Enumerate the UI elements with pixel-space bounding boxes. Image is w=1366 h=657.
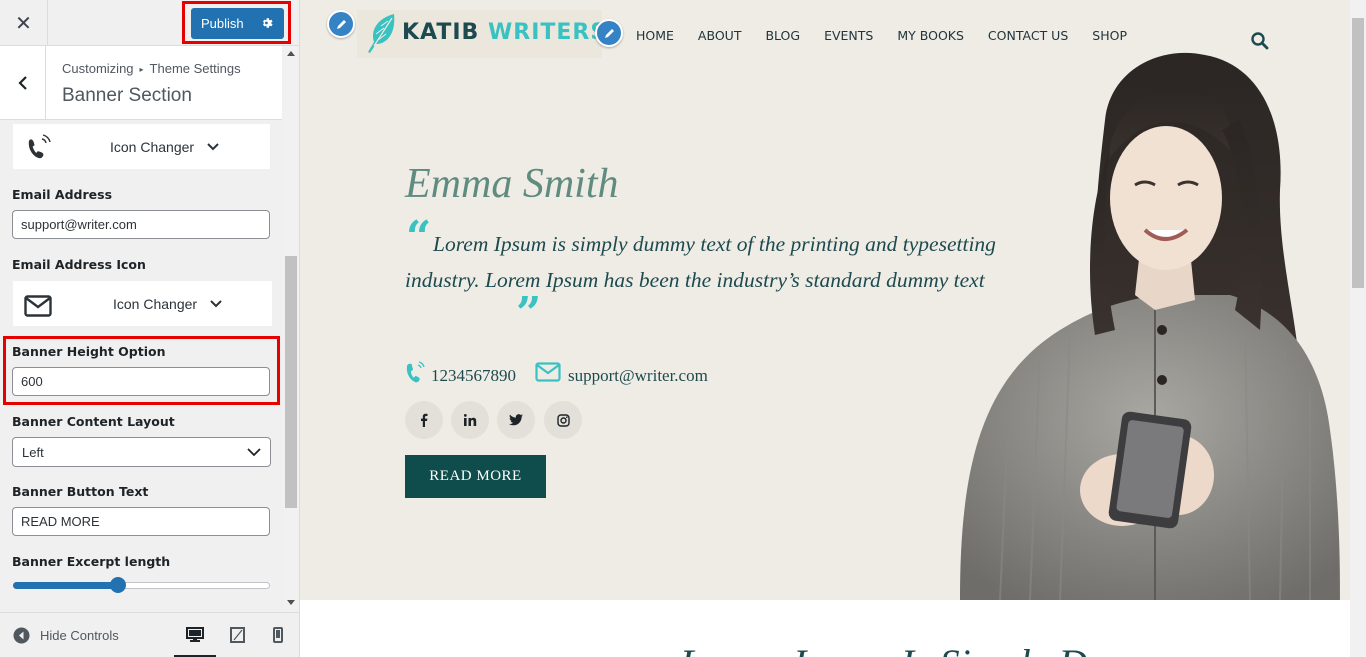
envelope-icon [535,362,561,382]
pencil-icon [336,19,346,29]
email-icon-label: Email Address Icon [12,257,146,272]
main-nav: HOME ABOUT BLOG EVENTS MY BOOKS CONTACT … [636,28,1151,43]
collapse-icon [13,627,30,644]
facebook-link[interactable] [405,401,443,439]
contact-row: 1234567890 support@writer.com [405,361,805,387]
chevron-down-icon [210,300,222,308]
hero-portrait-image [960,52,1340,600]
mobile-icon [273,627,283,643]
customizer-panel: ✕ Publish Customizing ▸ Theme Settings Ban… [0,0,300,657]
banner-content-layout-label: Banner Content Layout [12,414,175,429]
banner-height-input[interactable]: 600 [12,367,270,396]
read-more-button[interactable]: READ MORE [405,455,546,498]
publish-label: Publish [201,16,244,31]
excerpt-length-slider-fill [13,582,119,589]
phone-icon [406,361,425,383]
site-preview: KATIB WRITERS HOME ABOUT BLOG EVENTS MY … [300,0,1350,657]
email-address-input[interactable]: support@writer.com [12,210,270,239]
quote-close-mark: ” [516,288,542,339]
hero-name: Emma Smith [405,161,619,207]
logo-part-1: KATIB [402,20,480,45]
breadcrumb-parent: Customizing [62,61,134,76]
excerpt-length-slider-thumb[interactable] [110,577,127,593]
mobile-preview-button[interactable] [267,624,289,646]
instagram-icon [556,413,570,427]
linkedin-icon [463,414,476,426]
edit-logo-shortcut[interactable] [327,10,355,38]
banner-button-text-label: Banner Button Text [12,484,149,499]
hide-controls-button[interactable]: Hide Controls [13,627,119,644]
scroll-down-arrow-icon[interactable] [287,600,295,605]
desktop-icon [186,627,204,642]
hide-controls-label: Hide Controls [40,628,119,643]
scroll-up-arrow-icon[interactable] [287,51,295,56]
twitter-icon [509,414,523,426]
preview-scrollbar-thumb[interactable] [1352,18,1364,288]
edit-menu-shortcut[interactable] [595,19,623,47]
tablet-icon [229,627,245,643]
chevron-down-icon [247,448,261,457]
gear-icon[interactable] [260,15,276,31]
banner-excerpt-length-label: Banner Excerpt length [12,554,171,569]
nav-item-blog[interactable]: BLOG [765,28,800,43]
facebook-icon [421,413,428,427]
icon-changer-label: Icon Changer [113,295,198,312]
close-icon: ✕ [15,12,32,35]
publish-button[interactable]: Publish [191,8,284,39]
chevron-down-icon [207,143,219,151]
nav-item-events[interactable]: EVENTS [824,28,873,43]
search-icon[interactable] [1250,31,1270,51]
nav-item-my-books[interactable]: MY BOOKS [897,28,964,43]
nav-item-contact-us[interactable]: CONTACT US [988,28,1068,43]
feather-logo-icon [368,14,395,53]
banner-content-layout-select[interactable]: Left [12,437,271,467]
hero-banner: KATIB WRITERS HOME ABOUT BLOG EVENTS MY … [300,0,1350,600]
phone-number[interactable]: 1234567890 [431,366,516,386]
email-icon-changer[interactable]: Icon Changer [13,281,272,326]
section-title: Banner Section [62,85,192,106]
desktop-preview-button[interactable] [184,624,206,646]
back-button[interactable] [0,46,46,120]
breadcrumb: Customizing ▸ Theme Settings [62,61,241,76]
panel-scrollbar-thumb[interactable] [285,256,297,508]
breadcrumb-separator: ▸ [139,65,144,74]
nav-item-shop[interactable]: SHOP [1092,28,1127,43]
twitter-link[interactable] [497,401,535,439]
tablet-preview-button[interactable] [226,624,248,646]
logo-part-2: WRITERS [488,20,608,45]
section-header: Customizing ▸ Theme Settings Banner Sectio… [0,46,282,120]
icon-changer-label: Icon Changer [110,138,195,155]
email-address[interactable]: support@writer.com [568,366,708,386]
close-customizer-button[interactable]: ✕ [0,0,48,46]
email-address-label: Email Address [12,187,113,202]
breadcrumb-current: Theme Settings [149,61,241,76]
chevron-left-icon [17,76,27,90]
nav-item-about[interactable]: ABOUT [698,28,742,43]
select-value: Left [22,444,44,460]
pencil-icon [604,28,614,38]
customizer-footer: Hide Controls [0,612,299,657]
site-logo-text[interactable]: KATIB WRITERS [402,20,607,45]
section-heading: Lorem Ipsum Is Simply Dummy [680,640,1183,657]
banner-button-text-input[interactable]: READ MORE [12,507,270,536]
envelope-icon [24,295,52,317]
instagram-link[interactable] [544,401,582,439]
linkedin-link[interactable] [451,401,489,439]
phone-icon [28,134,51,159]
banner-height-label: Banner Height Option [12,344,166,359]
phone-icon-changer[interactable]: Icon Changer [13,124,270,169]
nav-item-home[interactable]: HOME [636,28,674,43]
